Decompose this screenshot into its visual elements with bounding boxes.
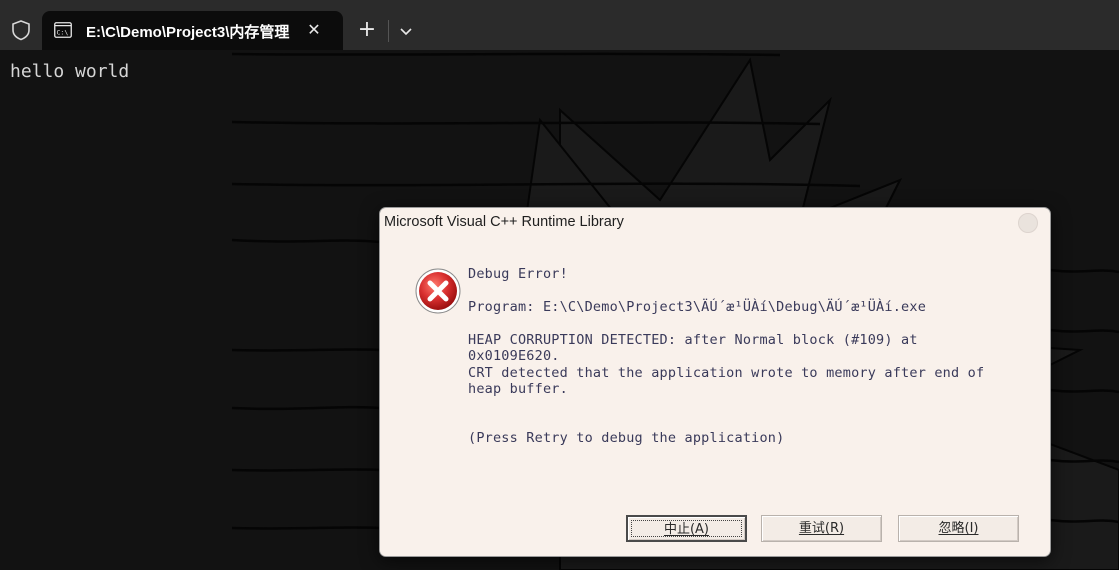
ignore-button[interactable]: 忽略(I) <box>898 515 1019 542</box>
error-dialog: Microsoft Visual C++ Runtime Library Deb… <box>379 207 1051 557</box>
retry-button[interactable]: 重试(R) <box>761 515 882 542</box>
new-tab-button[interactable]: + <box>354 18 380 44</box>
dialog-title: Microsoft Visual C++ Runtime Library <box>384 214 624 230</box>
error-message-line: heap buffer. <box>468 381 568 397</box>
ignore-button-label: 忽略(I) <box>938 521 979 536</box>
terminal-tab[interactable]: C:\ E:\C\Demo\Project3\内存管理 ✕ <box>42 11 343 50</box>
error-message-line: HEAP CORRUPTION DETECTED: after Normal b… <box>468 332 918 348</box>
terminal-output: hello world <box>10 61 130 82</box>
error-heading: Debug Error! <box>468 266 568 282</box>
tab-title: E:\C\Demo\Project3\内存管理 <box>86 24 290 41</box>
shield-icon[interactable] <box>10 19 32 41</box>
close-icon[interactable]: ✕ <box>304 20 324 40</box>
abort-button[interactable]: 中止(A) <box>626 515 747 542</box>
svg-text:C:\: C:\ <box>57 29 69 37</box>
abort-button-label: 中止(A) <box>663 522 710 537</box>
title-bar: C:\ E:\C\Demo\Project3\内存管理 ✕ + <box>0 0 1119 50</box>
error-icon <box>415 268 461 314</box>
chevron-down-icon[interactable] <box>396 21 416 41</box>
retry-button-label: 重试(R) <box>798 521 845 536</box>
dialog-close-button[interactable] <box>1018 213 1038 233</box>
dialog-body: Debug Error! Program: E:\C\Demo\Project3… <box>380 239 1050 556</box>
tab-separator <box>388 20 389 42</box>
retry-hint: (Press Retry to debug the application) <box>468 430 785 446</box>
terminal-icon: C:\ <box>54 22 72 38</box>
program-path: Program: E:\C\Demo\Project3\ÄÚ´æ¹ÜÀí\Deb… <box>468 299 927 315</box>
error-message-line: 0x0109E620. <box>468 348 560 364</box>
error-message-line: CRT detected that the application wrote … <box>468 365 985 381</box>
